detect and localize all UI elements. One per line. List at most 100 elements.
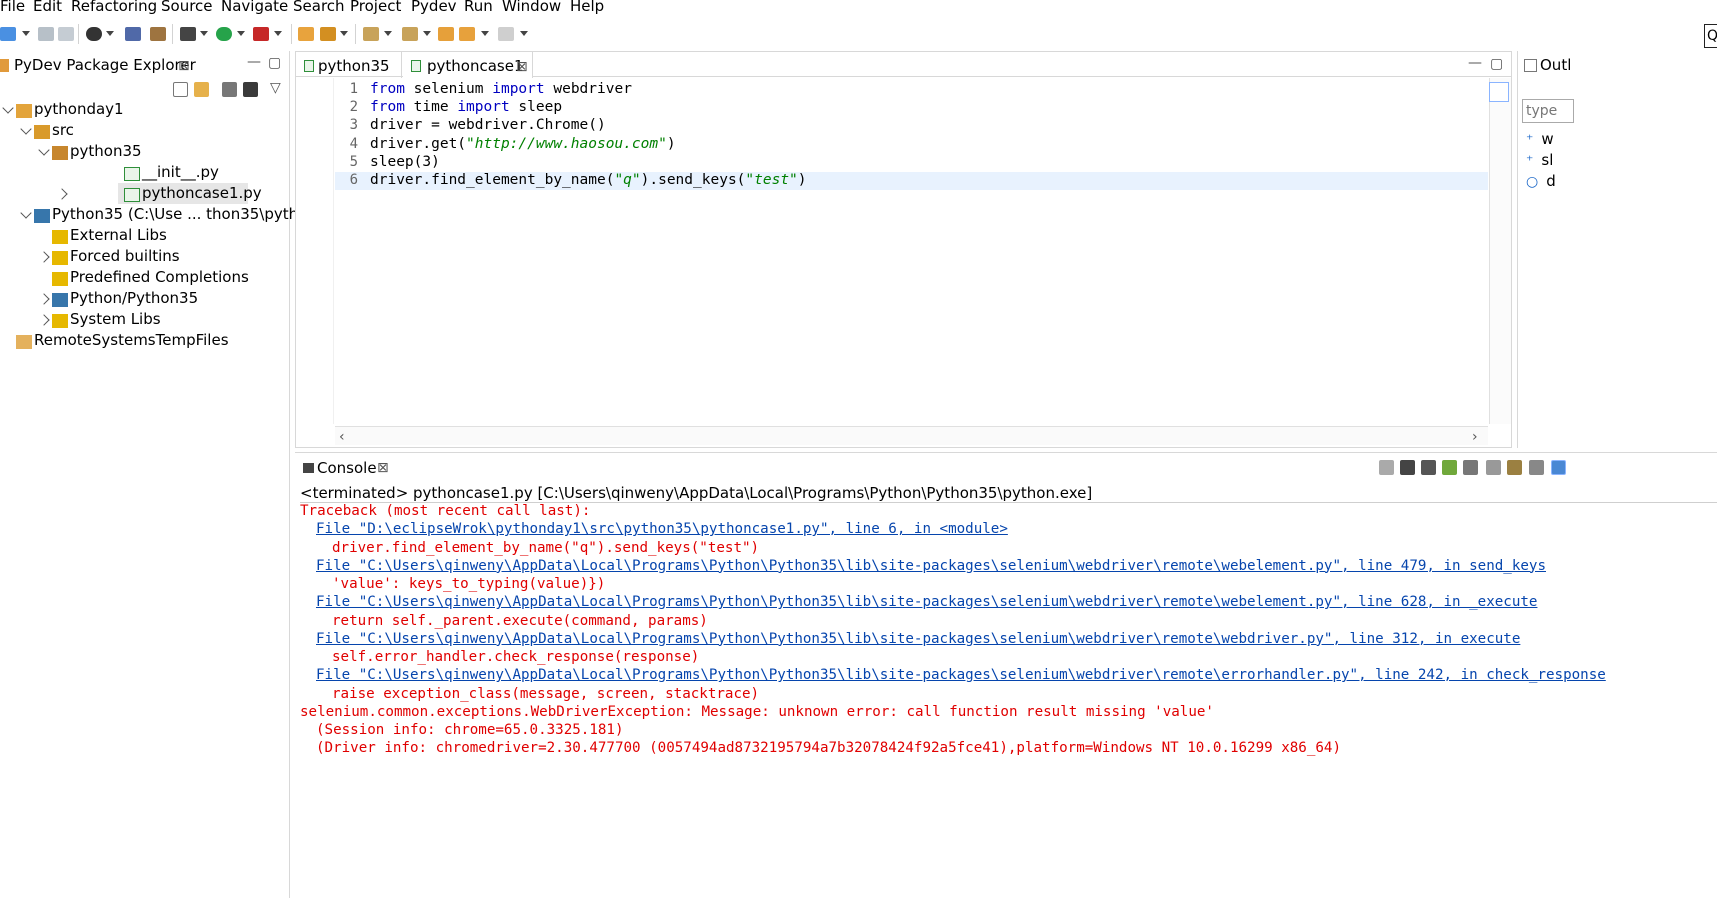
console-link[interactable]: File "C:\Users\qinweny\AppData\Local\Pro… xyxy=(316,593,1537,611)
maximize-icon[interactable]: ▢ xyxy=(268,56,281,70)
menu-item-search[interactable]: Search xyxy=(293,0,345,16)
menu-item-file[interactable]: File xyxy=(0,0,25,16)
open-folder-icon[interactable] xyxy=(298,27,314,41)
close-icon[interactable]: ⊠ xyxy=(178,59,190,73)
user-icon[interactable] xyxy=(86,27,102,41)
display-selected-console-icon[interactable] xyxy=(1529,460,1544,475)
expanded-arrow-icon[interactable] xyxy=(38,144,50,156)
code-line[interactable]: driver.find_element_by_name("q").send_ke… xyxy=(370,171,807,189)
collapse-all-icon[interactable] xyxy=(173,82,188,97)
forward-icon[interactable] xyxy=(498,27,514,41)
tree-item[interactable]: python35 xyxy=(0,141,290,162)
menu-item-help[interactable]: Help xyxy=(570,0,604,16)
view-menu-icon[interactable]: ▽ xyxy=(270,81,281,95)
code-line[interactable]: sleep(3) xyxy=(370,153,440,171)
chevron-down-icon[interactable] xyxy=(106,31,114,36)
outline-item[interactable]: ⁺ sl xyxy=(1526,150,1553,171)
close-icon[interactable]: ⊠ xyxy=(377,461,389,475)
tree-item[interactable]: pythoncase1.py xyxy=(0,183,290,204)
scroll-right-icon[interactable]: › xyxy=(1472,430,1478,444)
menu-item-pydev[interactable]: Pydev xyxy=(411,0,457,16)
filter-icon[interactable] xyxy=(222,82,237,97)
sync-icon[interactable] xyxy=(243,82,258,97)
outline-item[interactable]: ⁺ w xyxy=(1526,129,1554,150)
code-line[interactable]: driver = webdriver.Chrome() xyxy=(370,116,606,134)
terminal-icon[interactable] xyxy=(125,27,141,41)
last-edit-icon[interactable] xyxy=(438,27,454,41)
open-console-icon[interactable] xyxy=(1551,460,1566,475)
overview-ruler-marker[interactable] xyxy=(1489,82,1509,102)
menu-item-run[interactable]: Run xyxy=(464,0,493,16)
code-line[interactable]: from selenium import webdriver xyxy=(370,80,632,98)
expanded-arrow-icon[interactable] xyxy=(20,207,32,219)
debug-icon[interactable] xyxy=(180,27,196,41)
collapsed-arrow-icon[interactable] xyxy=(38,251,50,263)
menu-item-edit[interactable]: Edit xyxy=(33,0,62,16)
horizontal-scrollbar[interactable] xyxy=(335,426,1488,445)
word-wrap-icon[interactable] xyxy=(1486,460,1501,475)
package-explorer-title[interactable]: PyDev Package Explorer xyxy=(14,55,196,75)
outline-item[interactable]: ○ d xyxy=(1526,171,1556,192)
pin-console-icon[interactable] xyxy=(1507,460,1522,475)
console-link[interactable]: File "D:\eclipseWrok\pythonday1\src\pyth… xyxy=(316,520,1008,538)
previous-annotation-icon[interactable] xyxy=(402,27,418,41)
tree-item[interactable]: Python/Python35 xyxy=(0,288,290,309)
minimize-icon[interactable]: — xyxy=(1468,56,1482,70)
code-line[interactable]: from time import sleep xyxy=(370,98,562,116)
clear-console-icon[interactable] xyxy=(1442,460,1457,475)
tab-python35[interactable]: python35 xyxy=(296,52,402,78)
chevron-down-icon[interactable] xyxy=(237,31,245,36)
tab-pythoncase1[interactable]: pythoncase1 ⊠ xyxy=(403,52,533,78)
outline-filter-input[interactable]: type fil xyxy=(1522,99,1574,123)
tree-item[interactable]: RemoteSystemsTempFiles xyxy=(0,330,290,351)
menu-item-source[interactable]: Source xyxy=(161,0,213,16)
menu-item-project[interactable]: Project xyxy=(350,0,401,16)
tree-item[interactable]: System Libs xyxy=(0,309,290,330)
chevron-down-icon[interactable] xyxy=(423,31,431,36)
tree-item[interactable]: Python35 (C:\Use ... thon35\python xyxy=(0,204,317,225)
maximize-icon[interactable]: ▢ xyxy=(1490,57,1503,71)
chevron-down-icon[interactable] xyxy=(22,31,30,36)
collapsed-arrow-icon[interactable] xyxy=(38,314,50,326)
collapsed-arrow-icon[interactable] xyxy=(38,293,50,305)
chevron-down-icon[interactable] xyxy=(340,31,348,36)
link-with-editor-icon[interactable] xyxy=(194,82,209,97)
scroll-left-icon[interactable]: ‹ xyxy=(339,430,345,444)
external-tools-icon[interactable] xyxy=(253,27,269,41)
console-title[interactable]: Console xyxy=(317,458,377,478)
tree-item[interactable]: __init__.py xyxy=(0,162,290,183)
menu-item-window[interactable]: Window xyxy=(502,0,561,16)
tree-item[interactable]: Predefined Completions xyxy=(0,267,290,288)
console-link[interactable]: File "C:\Users\qinweny\AppData\Local\Pro… xyxy=(316,630,1520,648)
chevron-down-icon[interactable] xyxy=(274,31,282,36)
package-icon[interactable] xyxy=(150,27,166,41)
expanded-arrow-icon[interactable] xyxy=(2,102,14,114)
tree-item[interactable]: src xyxy=(0,120,290,141)
new-icon[interactable] xyxy=(0,27,16,41)
edit-icon[interactable] xyxy=(320,27,336,41)
console-link[interactable]: File "C:\Users\qinweny\AppData\Local\Pro… xyxy=(316,666,1606,684)
save-all-icon[interactable] xyxy=(58,27,74,41)
chevron-down-icon[interactable] xyxy=(384,31,392,36)
terminate-icon[interactable] xyxy=(1379,460,1394,475)
close-icon[interactable]: ⊠ xyxy=(516,60,528,74)
chevron-down-icon[interactable] xyxy=(200,31,208,36)
back-icon[interactable] xyxy=(459,27,475,41)
minimize-icon[interactable]: — xyxy=(247,55,261,69)
save-icon[interactable] xyxy=(38,27,54,41)
expanded-arrow-icon[interactable] xyxy=(20,123,32,135)
run-icon[interactable] xyxy=(216,27,232,41)
menu-item-navigate[interactable]: Navigate xyxy=(221,0,288,16)
chevron-down-icon[interactable] xyxy=(481,31,489,36)
quick-access-input[interactable]: Q xyxy=(1704,24,1717,48)
tree-item[interactable]: pythonday1 xyxy=(0,99,290,120)
console-link[interactable]: File "C:\Users\qinweny\AppData\Local\Pro… xyxy=(316,557,1546,575)
tree-item[interactable]: Forced builtins xyxy=(0,246,290,267)
chevron-down-icon[interactable] xyxy=(520,31,528,36)
menu-item-refactoring[interactable]: Refactoring xyxy=(71,0,157,16)
code-line[interactable]: driver.get("http://www.haosou.com") xyxy=(370,135,676,153)
scroll-lock-icon[interactable] xyxy=(1463,460,1478,475)
collapsed-arrow-icon[interactable] xyxy=(56,188,68,200)
outline-title[interactable]: Outl xyxy=(1540,55,1571,75)
tree-item[interactable]: External Libs xyxy=(0,225,290,246)
